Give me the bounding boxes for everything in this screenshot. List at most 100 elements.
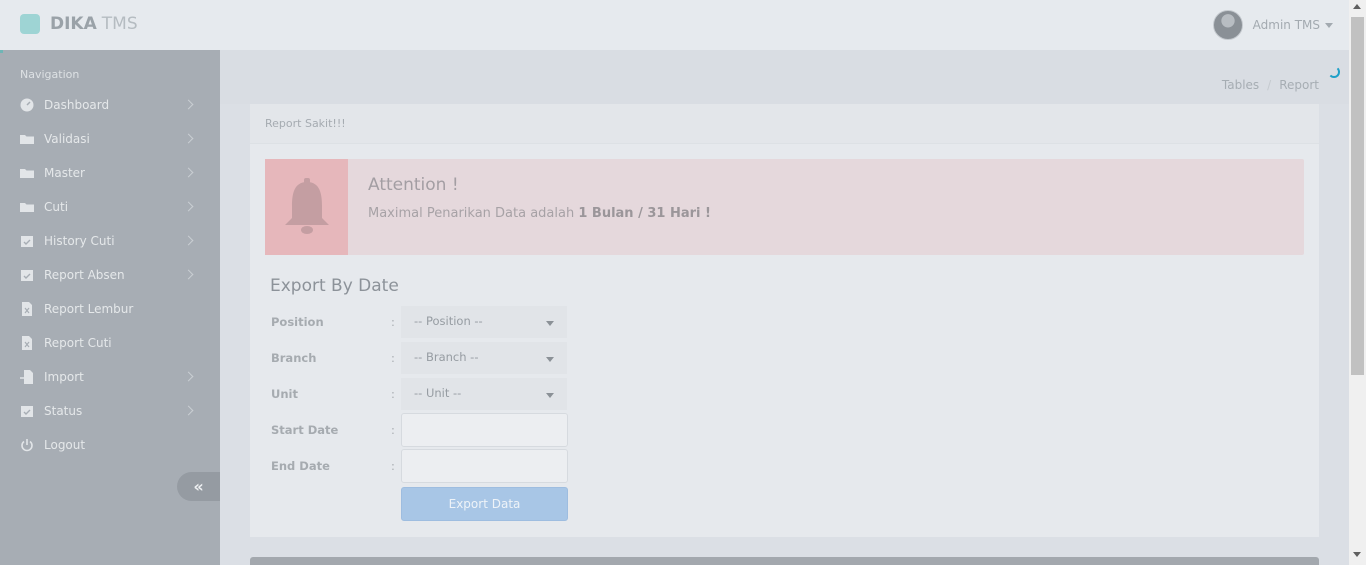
form-row-unit: Unit : -- Unit --: [271, 377, 567, 411]
sidebar-item-validasi[interactable]: Validasi: [0, 122, 220, 156]
user-menu[interactable]: Admin TMS: [1212, 10, 1333, 40]
unit-select-value: -- Unit --: [414, 386, 462, 400]
sidebar-item-report-absen[interactable]: Report Absen: [0, 258, 220, 292]
chevron-right-icon: [183, 167, 194, 178]
next-card-edge: [250, 557, 1319, 565]
chevron-right-icon: [183, 405, 194, 416]
form-row-end-date: End Date :: [271, 449, 568, 483]
content-header: [220, 50, 1349, 104]
form-row-start-date: Start Date :: [271, 413, 568, 447]
nav-list: Dashboard Validasi Master Cuti History C…: [0, 88, 220, 462]
sidebar-item-logout[interactable]: Logout: [0, 428, 220, 462]
sidebar-item-report-cuti[interactable]: Report Cuti: [0, 326, 220, 360]
sidebar-item-label: History Cuti: [44, 234, 115, 248]
caret-down-icon: [546, 357, 554, 362]
card-title: Report Sakit!!!: [250, 104, 1319, 144]
bell-icon: [284, 178, 329, 234]
sidebar-item-dashboard[interactable]: Dashboard: [0, 88, 220, 122]
form-row-branch: Branch : -- Branch --: [271, 341, 567, 375]
sidebar-item-report-lembur[interactable]: Report Lembur: [0, 292, 220, 326]
loading-spinner-icon: [1328, 66, 1340, 78]
unit-label: Unit: [271, 387, 298, 401]
colon: :: [391, 423, 395, 437]
breadcrumb-item-tables[interactable]: Tables: [1222, 78, 1259, 92]
vertical-scrollbar[interactable]: [1349, 0, 1366, 565]
sidebar-item-label: Import: [44, 370, 84, 384]
branch-select-value: -- Branch --: [414, 350, 479, 364]
sidebar-item-cuti[interactable]: Cuti: [0, 190, 220, 224]
sidebar-collapse-button[interactable]: «: [177, 472, 220, 501]
sidebar-item-label: Logout: [44, 438, 86, 452]
user-name: Admin TMS: [1252, 18, 1320, 32]
colon: :: [391, 351, 395, 365]
export-data-button[interactable]: Export Data: [401, 487, 568, 521]
brand-name: DIKA: [50, 14, 97, 34]
brand-logo-icon: [20, 14, 40, 34]
position-label: Position: [271, 315, 324, 329]
breadcrumb-item-report: Report: [1279, 78, 1319, 92]
brand[interactable]: DIKA TMS: [20, 14, 138, 34]
sidebar-item-label: Report Lembur: [44, 302, 134, 316]
breadcrumb: Tables / Report: [1222, 78, 1319, 92]
calendar-check-icon: [21, 406, 33, 417]
sidebar-item-label: Validasi: [44, 132, 90, 146]
start-date-input[interactable]: [401, 413, 568, 447]
colon: :: [391, 459, 395, 473]
avatar: [1212, 10, 1243, 40]
branch-label: Branch: [271, 351, 317, 365]
attention-alert: Attention ! Maximal Penarikan Data adala…: [265, 159, 1304, 255]
calendar-check-icon: [21, 270, 33, 281]
alert-title: Attention !: [368, 175, 459, 195]
colon: :: [391, 387, 395, 401]
file-import-icon: [20, 370, 33, 384]
position-select-value: -- Position --: [414, 314, 483, 328]
caret-down-icon: [546, 321, 554, 326]
alert-text: Maximal Penarikan Data adalah 1 Bulan / …: [368, 206, 711, 221]
sidebar-item-master[interactable]: Master: [0, 156, 220, 190]
file-excel-icon: [22, 336, 32, 350]
dashboard-icon: [20, 98, 34, 112]
sidebar: Navigation Dashboard Validasi Master Cut…: [0, 50, 220, 565]
start-date-label: Start Date: [271, 423, 339, 437]
alert-icon-box: [265, 159, 348, 255]
sidebar-item-import[interactable]: Import: [0, 360, 220, 394]
power-icon: [21, 439, 33, 452]
alert-text-bold: 1 Bulan / 31 Hari !: [578, 206, 711, 221]
sidebar-item-label: Dashboard: [44, 98, 110, 112]
position-select[interactable]: -- Position --: [401, 306, 567, 338]
folder-icon: [20, 203, 34, 212]
alert-text-prefix: Maximal Penarikan Data adalah: [368, 206, 579, 221]
branch-select[interactable]: -- Branch --: [401, 342, 567, 374]
chevron-right-icon: [183, 269, 194, 280]
caret-down-icon: [1325, 22, 1333, 28]
sidebar-item-label: Status: [44, 404, 83, 418]
report-card: Report Sakit!!! Attention ! Maximal Pena…: [250, 104, 1319, 537]
brand-sub: TMS: [101, 14, 138, 34]
folder-icon: [20, 169, 34, 178]
calendar-check-icon: [21, 236, 33, 247]
breadcrumb-separator: /: [1267, 78, 1272, 92]
folder-icon: [20, 135, 34, 144]
end-date-input[interactable]: [401, 449, 568, 483]
sidebar-accent: [0, 50, 3, 53]
chevron-right-icon: [183, 99, 194, 110]
top-header: DIKA TMS Admin TMS: [0, 0, 1349, 50]
sidebar-item-history-cuti[interactable]: History Cuti: [0, 224, 220, 258]
sidebar-item-label: Report Cuti: [44, 336, 112, 350]
chevron-right-icon: [183, 371, 194, 382]
unit-select[interactable]: -- Unit --: [401, 378, 567, 410]
colon: :: [391, 315, 395, 329]
sidebar-item-status[interactable]: Status: [0, 394, 220, 428]
form-row-position: Position : -- Position --: [271, 305, 567, 339]
nav-title: Navigation: [20, 68, 80, 81]
caret-down-icon: [546, 393, 554, 398]
chevron-right-icon: [183, 235, 194, 246]
chevron-right-icon: [183, 201, 194, 212]
sidebar-item-label: Cuti: [44, 200, 69, 214]
scroll-down-arrow-icon[interactable]: [1353, 552, 1361, 557]
scroll-up-arrow-icon[interactable]: [1353, 4, 1361, 9]
form-title: Export By Date: [270, 276, 399, 296]
scrollbar-thumb[interactable]: [1351, 17, 1364, 375]
sidebar-item-label: Report Absen: [44, 268, 125, 282]
sidebar-item-label: Master: [44, 166, 85, 180]
